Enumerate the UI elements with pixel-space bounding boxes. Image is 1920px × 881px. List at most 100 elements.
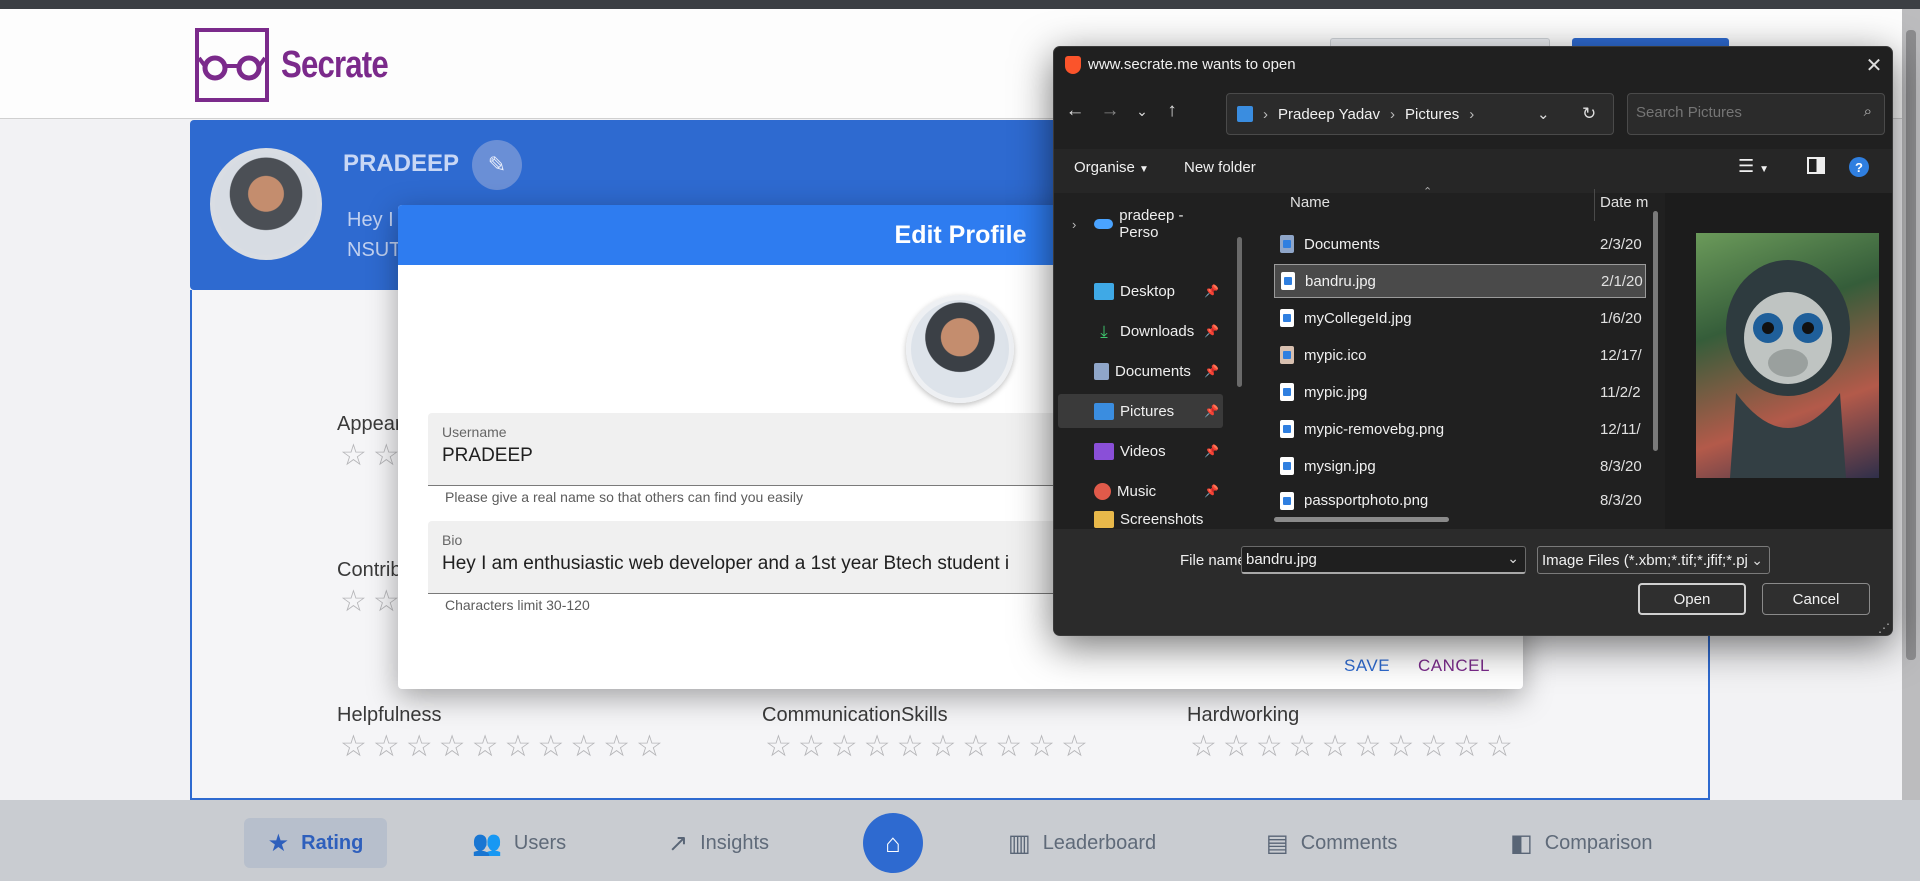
star-rating-communication[interactable]: ☆☆☆☆☆☆☆☆☆☆ bbox=[765, 729, 1094, 764]
glasses-logo-icon bbox=[195, 28, 269, 102]
image-file-icon bbox=[1280, 457, 1294, 475]
search-pictures-box[interactable]: ⌕ bbox=[1627, 93, 1885, 135]
documents-icon bbox=[1094, 362, 1109, 380]
nav-insights[interactable]: ↗ Insights bbox=[668, 818, 769, 868]
file-name: mypic.jpg bbox=[1304, 383, 1368, 401]
breadcrumb-pictures[interactable]: Pictures bbox=[1405, 106, 1459, 123]
file-row[interactable]: mypic.ico 12/17/ bbox=[1274, 338, 1646, 372]
pin-icon[interactable]: 📌 bbox=[1204, 444, 1219, 458]
file-open-dialog: www.secrate.me wants to open ✕ ← → ⌄ ↑ ›… bbox=[1053, 46, 1893, 636]
organise-menu[interactable]: Organise ▼ bbox=[1074, 159, 1149, 176]
file-row[interactable]: passportphoto.png 8/3/20 bbox=[1274, 486, 1646, 512]
nav-screenshots[interactable]: Screenshots bbox=[1058, 509, 1223, 529]
back-arrow-icon[interactable]: ← bbox=[1061, 97, 1089, 125]
file-type-dropdown-icon: ⌄ bbox=[1751, 551, 1763, 568]
monkey-plush-preview-icon bbox=[1726, 260, 1850, 478]
breadcrumb-separator-icon: › bbox=[1390, 105, 1396, 123]
preview-pane-icon[interactable] bbox=[1807, 157, 1825, 174]
file-row[interactable]: myCollegeId.jpg 1/6/20 bbox=[1274, 301, 1646, 335]
star-rating-hardworking[interactable]: ☆☆☆☆☆☆☆☆☆☆ bbox=[1190, 729, 1519, 764]
file-row[interactable]: mypic-removebg.png 12/11/ bbox=[1274, 412, 1646, 446]
edit-pencil-icon[interactable]: ✎ bbox=[472, 140, 522, 190]
nav-leaderboard[interactable]: ▥ Leaderboard bbox=[1008, 818, 1156, 868]
category-label-appearance: Appear bbox=[337, 413, 402, 435]
pin-icon[interactable]: 📌 bbox=[1204, 324, 1219, 338]
file-row[interactable]: mysign.jpg 8/3/20 bbox=[1274, 449, 1646, 483]
nav-onedrive[interactable]: › pradeep - Perso bbox=[1058, 207, 1223, 241]
dialog-close-icon[interactable]: ✕ bbox=[1860, 51, 1888, 79]
pin-icon[interactable]: 📌 bbox=[1204, 484, 1219, 498]
file-name-dropdown-icon[interactable]: ⌄ bbox=[1507, 550, 1519, 567]
breadcrumb-user[interactable]: Pradeep Yadav bbox=[1278, 106, 1380, 123]
nav-comparison[interactable]: ◧ Comparison bbox=[1510, 818, 1653, 868]
nav-downloads[interactable]: ⤓ Downloads 📌 bbox=[1058, 314, 1223, 348]
open-button[interactable]: Open bbox=[1638, 583, 1746, 615]
site-logo[interactable]: Secrate bbox=[195, 25, 495, 105]
view-options-icon[interactable]: ☰ ▼ bbox=[1738, 156, 1769, 177]
nav-documents[interactable]: Documents 📌 bbox=[1058, 354, 1223, 388]
star-rating-appearance[interactable]: ☆☆ bbox=[340, 438, 406, 473]
organise-label: Organise bbox=[1074, 159, 1135, 176]
address-bar[interactable]: › Pradeep Yadav › Pictures › ⌄ ↻ bbox=[1226, 93, 1614, 135]
file-name-field[interactable]: ⌄ bbox=[1241, 546, 1526, 574]
column-header-name[interactable]: Name bbox=[1290, 194, 1330, 211]
breadcrumb-separator-icon: › bbox=[1263, 105, 1268, 123]
leaderboard-icon: ▥ bbox=[1008, 829, 1031, 857]
insights-icon: ↗ bbox=[668, 829, 689, 857]
nav-music[interactable]: Music 📌 bbox=[1058, 474, 1223, 508]
bio-value[interactable]: Hey I am enthusiastic web developer and … bbox=[442, 553, 1009, 575]
file-row[interactable]: Documents 2/3/20 bbox=[1274, 227, 1646, 261]
nav-comments[interactable]: ▤ Comments bbox=[1266, 818, 1397, 868]
resize-grip-icon[interactable]: ⋰ bbox=[1878, 621, 1890, 635]
category-label-hardworking: Hardworking bbox=[1187, 704, 1300, 726]
star-rating-contribution[interactable]: ☆☆ bbox=[340, 584, 406, 619]
music-icon bbox=[1094, 482, 1111, 500]
file-name-input[interactable] bbox=[1246, 551, 1496, 568]
file-name: Documents bbox=[1304, 235, 1380, 253]
file-date: 8/3/20 bbox=[1600, 492, 1642, 509]
pin-icon[interactable]: 📌 bbox=[1204, 364, 1219, 378]
up-arrow-icon[interactable]: ↑ bbox=[1158, 97, 1186, 125]
nav-pane-scrollbar[interactable] bbox=[1237, 237, 1242, 387]
nav-screenshots-label: Screenshots bbox=[1120, 510, 1204, 528]
search-input[interactable] bbox=[1636, 104, 1846, 121]
nav-rating[interactable]: ★ Rating bbox=[244, 818, 387, 868]
nav-desktop[interactable]: Desktop 📌 bbox=[1058, 274, 1223, 308]
bio-label: Bio bbox=[442, 532, 463, 548]
save-button[interactable]: SAVE bbox=[1344, 656, 1390, 676]
file-row-selected[interactable]: bandru.jpg 2/1/20 bbox=[1274, 264, 1646, 298]
home-button[interactable]: ⌂ bbox=[863, 813, 923, 873]
search-icon: ⌕ bbox=[1863, 103, 1872, 120]
file-list-horizontal-scrollbar[interactable] bbox=[1274, 517, 1449, 522]
download-icon: ⤓ bbox=[1100, 321, 1108, 341]
help-icon[interactable]: ? bbox=[1849, 157, 1869, 177]
recent-locations-chevron-icon[interactable]: ⌄ bbox=[1128, 97, 1156, 125]
star-rating-helpfulness[interactable]: ☆☆☆☆☆☆☆☆☆☆ bbox=[340, 729, 669, 764]
nav-onedrive-label: pradeep - Perso bbox=[1119, 207, 1184, 241]
pin-icon[interactable]: 📌 bbox=[1204, 404, 1219, 418]
new-folder-button[interactable]: New folder bbox=[1184, 159, 1256, 176]
nav-pictures[interactable]: Pictures 📌 bbox=[1058, 394, 1223, 428]
refresh-icon[interactable]: ↻ bbox=[1582, 104, 1596, 124]
column-separator[interactable] bbox=[1594, 189, 1595, 221]
username-value[interactable]: PRADEEP bbox=[442, 445, 533, 467]
page-scrollbar-thumb[interactable] bbox=[1906, 30, 1916, 660]
file-date: 2/3/20 bbox=[1600, 235, 1642, 253]
column-header-date[interactable]: Date m bbox=[1600, 194, 1648, 211]
forward-arrow-icon[interactable]: → bbox=[1096, 97, 1124, 125]
nav-users[interactable]: 👥 Users bbox=[472, 818, 566, 868]
file-row[interactable]: mypic.jpg 11/2/2 bbox=[1274, 375, 1646, 409]
file-date: 11/2/2 bbox=[1600, 383, 1641, 401]
nav-videos[interactable]: Videos 📌 bbox=[1058, 434, 1223, 468]
modal-avatar[interactable] bbox=[906, 295, 1014, 403]
file-date: 12/11/ bbox=[1600, 420, 1641, 438]
address-dropdown-icon[interactable]: ⌄ bbox=[1537, 105, 1550, 123]
dialog-title: www.secrate.me wants to open bbox=[1088, 56, 1296, 73]
home-icon: ⌂ bbox=[885, 827, 901, 858]
nav-documents-label: Documents bbox=[1115, 362, 1191, 380]
pin-icon[interactable]: 📌 bbox=[1204, 284, 1219, 298]
cancel-button[interactable]: CANCEL bbox=[1418, 656, 1490, 676]
file-type-select[interactable]: Image Files (*.xbm;*.tif;*.jfif;*.pjp ⌄ bbox=[1537, 546, 1770, 574]
file-list-scrollbar[interactable] bbox=[1653, 211, 1658, 451]
dialog-cancel-button[interactable]: Cancel bbox=[1762, 583, 1870, 615]
